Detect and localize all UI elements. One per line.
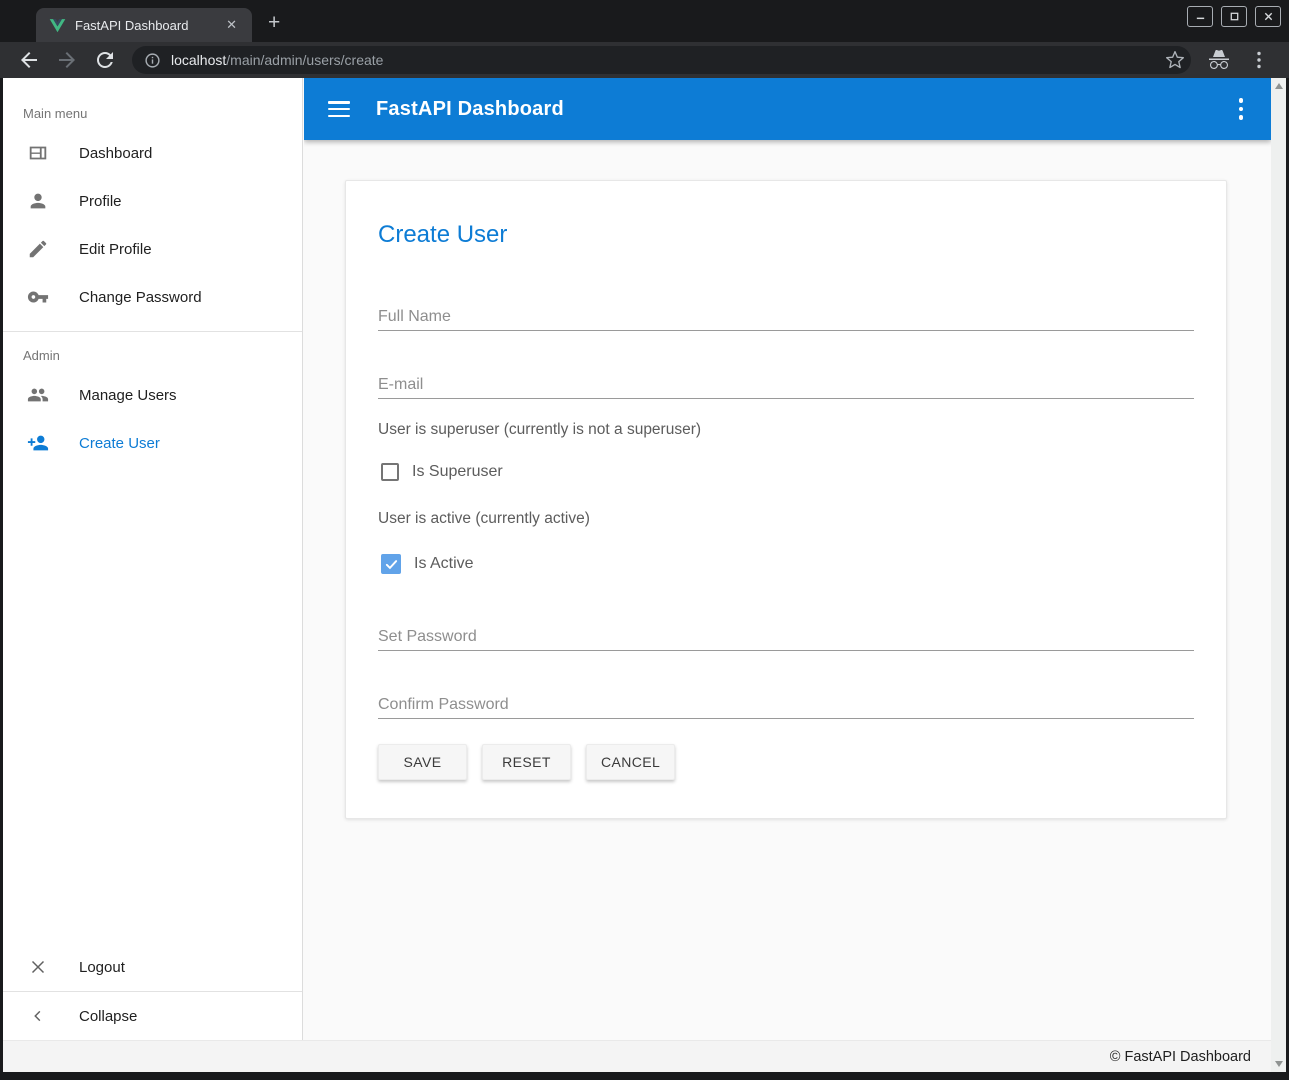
minimize-button[interactable]: [1187, 6, 1213, 27]
sidebar-item-profile[interactable]: Profile: [3, 177, 302, 225]
appbar: FastAPI Dashboard: [304, 78, 1271, 140]
superuser-checkbox-label: Is Superuser: [412, 463, 503, 481]
url-bar[interactable]: localhost/main/admin/users/create: [132, 46, 1191, 74]
sidebar-item-label: Logout: [79, 959, 125, 976]
browser-menu-icon[interactable]: [1247, 48, 1271, 72]
sidebar: Main menu Dashboard Profile Edit Profile: [3, 78, 303, 1040]
appbar-title: FastAPI Dashboard: [376, 98, 564, 121]
page-body: Main menu Dashboard Profile Edit Profile: [3, 78, 1286, 1072]
scrollbar-down-icon[interactable]: [1275, 1061, 1283, 1067]
collapse-chevron-icon: [27, 1005, 49, 1027]
sidebar-item-label: Profile: [79, 193, 122, 210]
window-close-button[interactable]: [1255, 6, 1281, 27]
set-password-input[interactable]: [378, 628, 1194, 646]
footer-copyright: © FastAPI Dashboard: [1110, 1049, 1251, 1065]
dashboard-icon: [27, 142, 49, 164]
sidebar-item-create-user[interactable]: Create User: [3, 419, 302, 467]
person-icon: [27, 190, 49, 212]
url-path: /main/admin/users/create: [226, 52, 383, 68]
appbar-menu-icon[interactable]: [1235, 94, 1248, 124]
key-icon: [27, 286, 49, 308]
sidebar-item-manage-users[interactable]: Manage Users: [3, 371, 302, 419]
group-icon: [27, 384, 49, 406]
maximize-button[interactable]: [1221, 6, 1247, 27]
main-area: FastAPI Dashboard Create User User is su…: [304, 78, 1271, 1040]
sidebar-item-collapse[interactable]: Collapse: [3, 992, 302, 1040]
confirm-password-field-wrap: [378, 675, 1194, 719]
bookmark-star-icon[interactable]: [1165, 50, 1185, 70]
page-footer: © FastAPI Dashboard: [3, 1040, 1271, 1072]
vue-logo-icon: [49, 17, 66, 34]
sidebar-item-label: Collapse: [79, 1008, 137, 1025]
back-icon[interactable]: [17, 48, 41, 72]
reset-button[interactable]: RESET: [482, 744, 571, 780]
email-input[interactable]: [378, 376, 1194, 394]
logout-icon: [27, 956, 49, 978]
incognito-icon[interactable]: [1207, 48, 1231, 72]
confirm-password-input[interactable]: [378, 696, 1194, 714]
new-tab-icon[interactable]: +: [268, 12, 280, 33]
reload-icon[interactable]: [93, 48, 117, 72]
browser-window: FastAPI Dashboard ✕ +: [0, 0, 1289, 1080]
sidebar-item-change-password[interactable]: Change Password: [3, 273, 302, 321]
info-icon[interactable]: [144, 52, 161, 69]
sidebar-item-label: Create User: [79, 435, 160, 452]
url-text[interactable]: localhost/main/admin/users/create: [171, 52, 383, 68]
check-icon: [384, 557, 399, 572]
cancel-button[interactable]: CANCEL: [586, 744, 675, 780]
edit-icon: [27, 238, 49, 260]
set-password-field-wrap: [378, 607, 1194, 651]
hamburger-menu-icon[interactable]: [328, 101, 350, 117]
email-field-wrap: [378, 355, 1194, 399]
sidebar-item-edit-profile[interactable]: Edit Profile: [3, 225, 302, 273]
person-add-icon: [27, 432, 49, 454]
url-host: localhost: [171, 52, 226, 68]
full-name-field-wrap: [378, 287, 1194, 331]
form-buttons: SAVE RESET CANCEL: [378, 744, 1194, 780]
superuser-hint: User is superuser (currently is not a su…: [378, 421, 1194, 439]
full-name-input[interactable]: [378, 308, 1194, 326]
scrollbar-up-icon[interactable]: [1275, 83, 1283, 89]
active-checkbox-label: Is Active: [414, 555, 474, 573]
tab-title: FastAPI Dashboard: [75, 18, 221, 33]
browser-tab[interactable]: FastAPI Dashboard ✕: [36, 8, 252, 42]
superuser-checkbox[interactable]: [381, 463, 399, 481]
page-scrollbar[interactable]: [1271, 78, 1286, 1072]
browser-tab-strip: FastAPI Dashboard ✕ +: [0, 0, 1289, 42]
active-hint: User is active (currently active): [378, 510, 1194, 528]
window-controls: [1187, 6, 1281, 27]
sidebar-section-admin: Admin: [3, 332, 302, 371]
forward-icon[interactable]: [55, 48, 79, 72]
superuser-checkbox-row[interactable]: Is Superuser: [378, 463, 1194, 481]
sidebar-item-label: Edit Profile: [79, 241, 152, 258]
toolbar-right: [1199, 48, 1279, 72]
sidebar-item-label: Change Password: [79, 289, 202, 306]
sidebar-item-logout[interactable]: Logout: [3, 943, 302, 991]
sidebar-item-label: Dashboard: [79, 145, 152, 162]
browser-toolbar: localhost/main/admin/users/create: [0, 42, 1289, 78]
sidebar-item-dashboard[interactable]: Dashboard: [3, 129, 302, 177]
save-button[interactable]: SAVE: [378, 744, 467, 780]
tab-close-icon[interactable]: ✕: [221, 15, 242, 35]
create-user-card: Create User User is superuser (currently…: [345, 180, 1227, 819]
active-checkbox-row[interactable]: Is Active: [378, 554, 1194, 574]
page-title: Create User: [378, 221, 1194, 249]
sidebar-item-label: Manage Users: [79, 387, 177, 404]
sidebar-bottom: Logout Collapse: [3, 943, 302, 1040]
active-checkbox[interactable]: [381, 554, 401, 574]
sidebar-section-main-menu: Main menu: [3, 78, 302, 129]
